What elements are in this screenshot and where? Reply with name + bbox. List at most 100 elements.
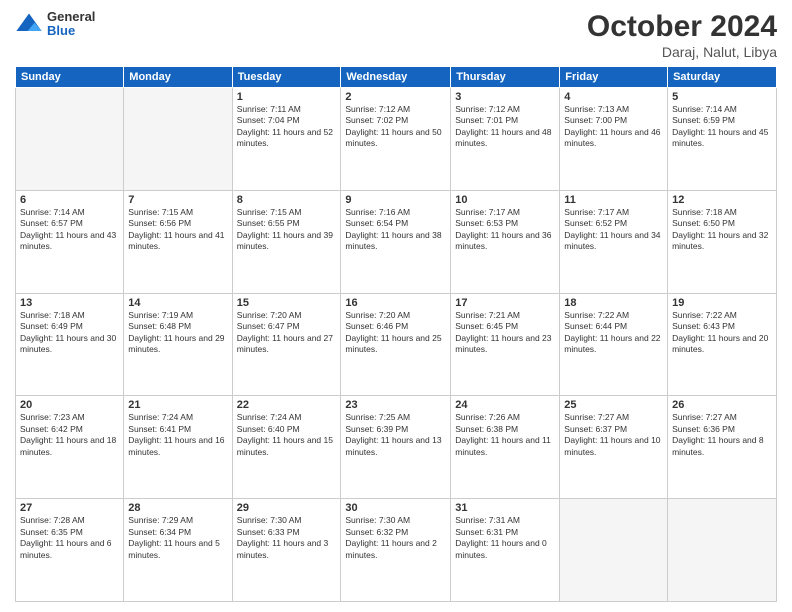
day-info: Sunrise: 7:27 AMSunset: 6:36 PMDaylight:… <box>672 412 772 458</box>
calendar-cell: 28Sunrise: 7:29 AMSunset: 6:34 PMDayligh… <box>124 499 232 602</box>
day-info: Sunrise: 7:21 AMSunset: 6:45 PMDaylight:… <box>455 310 555 356</box>
day-number: 23 <box>345 399 446 411</box>
day-number: 2 <box>345 91 446 103</box>
calendar-cell: 24Sunrise: 7:26 AMSunset: 6:38 PMDayligh… <box>451 396 560 499</box>
day-number: 1 <box>237 91 337 103</box>
calendar-cell: 17Sunrise: 7:21 AMSunset: 6:45 PMDayligh… <box>451 293 560 396</box>
calendar-cell: 3Sunrise: 7:12 AMSunset: 7:01 PMDaylight… <box>451 88 560 191</box>
day-number: 18 <box>564 297 663 309</box>
calendar-cell: 25Sunrise: 7:27 AMSunset: 6:37 PMDayligh… <box>560 396 668 499</box>
day-number: 24 <box>455 399 555 411</box>
day-number: 14 <box>128 297 227 309</box>
weekday-header: Tuesday <box>232 67 341 88</box>
day-info: Sunrise: 7:20 AMSunset: 6:47 PMDaylight:… <box>237 310 337 356</box>
logo: General Blue <box>15 10 95 39</box>
calendar-week-row: 1Sunrise: 7:11 AMSunset: 7:04 PMDaylight… <box>16 88 777 191</box>
calendar-cell: 10Sunrise: 7:17 AMSunset: 6:53 PMDayligh… <box>451 190 560 293</box>
weekday-header: Thursday <box>451 67 560 88</box>
calendar-cell: 19Sunrise: 7:22 AMSunset: 6:43 PMDayligh… <box>668 293 777 396</box>
day-number: 11 <box>564 194 663 206</box>
calendar-cell: 22Sunrise: 7:24 AMSunset: 6:40 PMDayligh… <box>232 396 341 499</box>
day-number: 15 <box>237 297 337 309</box>
day-number: 20 <box>20 399 119 411</box>
month-title: October 2024 <box>587 10 777 44</box>
calendar-cell: 18Sunrise: 7:22 AMSunset: 6:44 PMDayligh… <box>560 293 668 396</box>
calendar-cell: 15Sunrise: 7:20 AMSunset: 6:47 PMDayligh… <box>232 293 341 396</box>
day-number: 7 <box>128 194 227 206</box>
calendar-cell: 30Sunrise: 7:30 AMSunset: 6:32 PMDayligh… <box>341 499 451 602</box>
day-number: 3 <box>455 91 555 103</box>
calendar-week-row: 13Sunrise: 7:18 AMSunset: 6:49 PMDayligh… <box>16 293 777 396</box>
day-info: Sunrise: 7:28 AMSunset: 6:35 PMDaylight:… <box>20 515 119 561</box>
calendar-cell: 5Sunrise: 7:14 AMSunset: 6:59 PMDaylight… <box>668 88 777 191</box>
day-number: 6 <box>20 194 119 206</box>
calendar-cell: 16Sunrise: 7:20 AMSunset: 6:46 PMDayligh… <box>341 293 451 396</box>
day-number: 17 <box>455 297 555 309</box>
day-info: Sunrise: 7:26 AMSunset: 6:38 PMDaylight:… <box>455 412 555 458</box>
day-number: 5 <box>672 91 772 103</box>
logo-icon <box>15 10 43 38</box>
calendar-cell: 2Sunrise: 7:12 AMSunset: 7:02 PMDaylight… <box>341 88 451 191</box>
calendar-cell <box>560 499 668 602</box>
day-info: Sunrise: 7:24 AMSunset: 6:41 PMDaylight:… <box>128 412 227 458</box>
day-number: 4 <box>564 91 663 103</box>
day-number: 28 <box>128 502 227 514</box>
day-info: Sunrise: 7:11 AMSunset: 7:04 PMDaylight:… <box>237 104 337 150</box>
day-info: Sunrise: 7:27 AMSunset: 6:37 PMDaylight:… <box>564 412 663 458</box>
calendar-cell <box>668 499 777 602</box>
day-info: Sunrise: 7:13 AMSunset: 7:00 PMDaylight:… <box>564 104 663 150</box>
day-number: 27 <box>20 502 119 514</box>
calendar-cell: 29Sunrise: 7:30 AMSunset: 6:33 PMDayligh… <box>232 499 341 602</box>
day-number: 26 <box>672 399 772 411</box>
calendar-cell: 7Sunrise: 7:15 AMSunset: 6:56 PMDaylight… <box>124 190 232 293</box>
calendar-cell: 9Sunrise: 7:16 AMSunset: 6:54 PMDaylight… <box>341 190 451 293</box>
day-info: Sunrise: 7:20 AMSunset: 6:46 PMDaylight:… <box>345 310 446 356</box>
logo-text: General Blue <box>47 10 95 39</box>
day-number: 30 <box>345 502 446 514</box>
calendar-cell: 11Sunrise: 7:17 AMSunset: 6:52 PMDayligh… <box>560 190 668 293</box>
day-info: Sunrise: 7:17 AMSunset: 6:52 PMDaylight:… <box>564 207 663 253</box>
location: Daraj, Nalut, Libya <box>587 44 777 60</box>
day-number: 13 <box>20 297 119 309</box>
day-number: 12 <box>672 194 772 206</box>
calendar-week-row: 20Sunrise: 7:23 AMSunset: 6:42 PMDayligh… <box>16 396 777 499</box>
logo-line1: General <box>47 10 95 24</box>
day-number: 25 <box>564 399 663 411</box>
weekday-header: Saturday <box>668 67 777 88</box>
day-info: Sunrise: 7:19 AMSunset: 6:48 PMDaylight:… <box>128 310 227 356</box>
day-number: 10 <box>455 194 555 206</box>
calendar-cell: 31Sunrise: 7:31 AMSunset: 6:31 PMDayligh… <box>451 499 560 602</box>
day-info: Sunrise: 7:14 AMSunset: 6:59 PMDaylight:… <box>672 104 772 150</box>
day-info: Sunrise: 7:15 AMSunset: 6:56 PMDaylight:… <box>128 207 227 253</box>
weekday-header: Wednesday <box>341 67 451 88</box>
calendar-cell <box>16 88 124 191</box>
calendar-cell <box>124 88 232 191</box>
day-info: Sunrise: 7:22 AMSunset: 6:43 PMDaylight:… <box>672 310 772 356</box>
calendar-cell: 12Sunrise: 7:18 AMSunset: 6:50 PMDayligh… <box>668 190 777 293</box>
weekday-header: Monday <box>124 67 232 88</box>
day-number: 16 <box>345 297 446 309</box>
day-info: Sunrise: 7:18 AMSunset: 6:49 PMDaylight:… <box>20 310 119 356</box>
day-info: Sunrise: 7:31 AMSunset: 6:31 PMDaylight:… <box>455 515 555 561</box>
day-number: 22 <box>237 399 337 411</box>
calendar-cell: 13Sunrise: 7:18 AMSunset: 6:49 PMDayligh… <box>16 293 124 396</box>
calendar-cell: 26Sunrise: 7:27 AMSunset: 6:36 PMDayligh… <box>668 396 777 499</box>
calendar-week-row: 27Sunrise: 7:28 AMSunset: 6:35 PMDayligh… <box>16 499 777 602</box>
day-info: Sunrise: 7:17 AMSunset: 6:53 PMDaylight:… <box>455 207 555 253</box>
day-info: Sunrise: 7:23 AMSunset: 6:42 PMDaylight:… <box>20 412 119 458</box>
calendar-cell: 6Sunrise: 7:14 AMSunset: 6:57 PMDaylight… <box>16 190 124 293</box>
day-number: 29 <box>237 502 337 514</box>
day-number: 9 <box>345 194 446 206</box>
day-info: Sunrise: 7:14 AMSunset: 6:57 PMDaylight:… <box>20 207 119 253</box>
day-info: Sunrise: 7:16 AMSunset: 6:54 PMDaylight:… <box>345 207 446 253</box>
calendar-cell: 27Sunrise: 7:28 AMSunset: 6:35 PMDayligh… <box>16 499 124 602</box>
calendar-table: SundayMondayTuesdayWednesdayThursdayFrid… <box>15 66 777 602</box>
title-block: October 2024 Daraj, Nalut, Libya <box>587 10 777 60</box>
day-number: 21 <box>128 399 227 411</box>
day-info: Sunrise: 7:22 AMSunset: 6:44 PMDaylight:… <box>564 310 663 356</box>
day-info: Sunrise: 7:30 AMSunset: 6:32 PMDaylight:… <box>345 515 446 561</box>
day-info: Sunrise: 7:12 AMSunset: 7:02 PMDaylight:… <box>345 104 446 150</box>
calendar-cell: 8Sunrise: 7:15 AMSunset: 6:55 PMDaylight… <box>232 190 341 293</box>
day-info: Sunrise: 7:15 AMSunset: 6:55 PMDaylight:… <box>237 207 337 253</box>
day-info: Sunrise: 7:18 AMSunset: 6:50 PMDaylight:… <box>672 207 772 253</box>
